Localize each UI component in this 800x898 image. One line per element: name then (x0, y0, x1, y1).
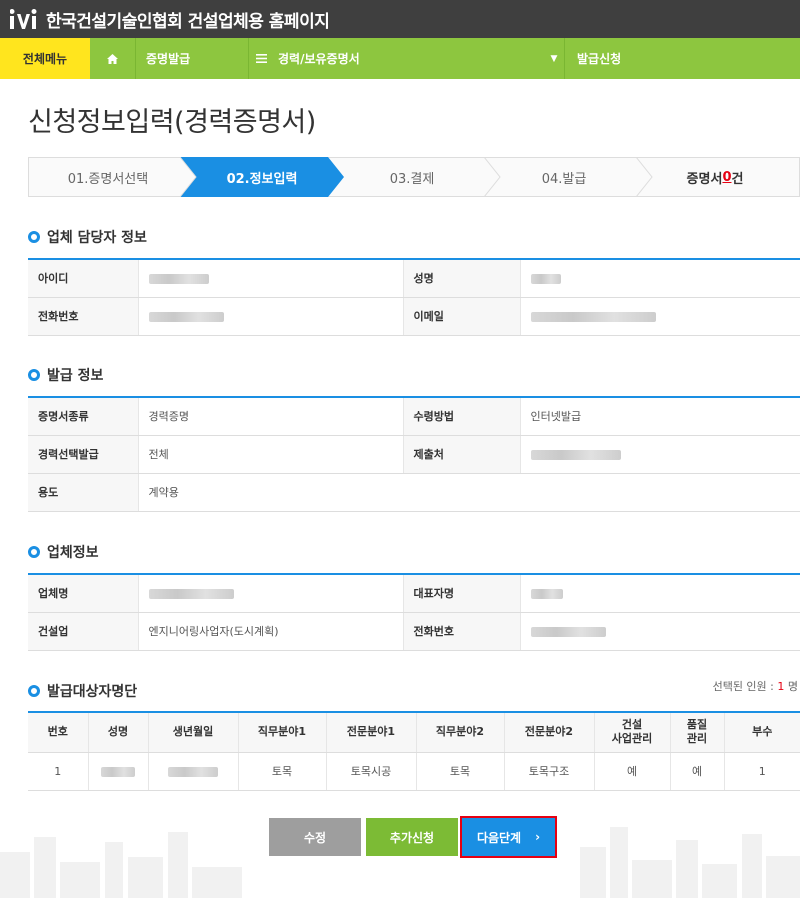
target-table: 번호 성명 생년월일 직무분야1 전문분야1 직무분야2 전문분야2 건설 사업관… (28, 711, 800, 791)
name-value (520, 259, 800, 298)
row-spec1: 토목시공 (326, 752, 417, 791)
receive-label: 수령방법 (403, 397, 521, 436)
company-value (138, 574, 404, 613)
bullet-icon (28, 231, 40, 243)
col-mgmt: 건설 사업관리 (594, 712, 671, 753)
col-quality: 품질 관리 (670, 712, 725, 753)
col-name: 성명 (88, 712, 149, 753)
email-value (520, 297, 800, 336)
type-label: 증명서종류 (28, 397, 139, 436)
col-job1: 직무분야1 (238, 712, 327, 753)
submit-value (520, 435, 800, 474)
home-icon[interactable] (90, 38, 136, 79)
ceo-value (520, 574, 800, 613)
section-issue-title: 발급 정보 (47, 368, 104, 384)
nav-issue-menu[interactable]: 증명발급 (136, 38, 248, 79)
phone-value (138, 297, 404, 336)
page-title: 신청정보입력(경력증명서) (28, 107, 316, 138)
target-header-row: 번호 성명 생년월일 직무분야1 전문분야1 직무분야2 전문분야2 건설 사업관… (28, 712, 800, 753)
company-table: 업체명 대표자명 건설업 엔지니어링사업자(도시계획) 전화번호 (28, 573, 800, 651)
step-4: 04.발급 (541, 171, 587, 187)
nav-apply-menu[interactable]: 발급신청 (564, 38, 800, 79)
row-job1: 토목 (238, 752, 327, 791)
select-label: 경력선택발급 (28, 435, 139, 474)
row-copies: 1 (724, 752, 800, 791)
row-quality: 예 (670, 752, 725, 791)
section-company-title: 업체정보 (47, 545, 99, 561)
next-step-button[interactable]: 다음단계 › (460, 816, 557, 858)
receive-value: 인터넷발급 (520, 397, 800, 436)
col-spec1: 전문분야1 (326, 712, 417, 753)
industry-value: 엔지니어링사업자(도시계획) (138, 612, 404, 651)
col-no: 번호 (28, 712, 89, 753)
bullet-icon (28, 369, 40, 381)
col-spec2: 전문분야2 (504, 712, 595, 753)
step-2-active: 02.정보입력 (226, 171, 298, 187)
industry-label: 건설업 (28, 612, 139, 651)
row-mgmt: 예 (594, 752, 671, 791)
next-step-label: 다음단계 (476, 830, 522, 845)
edit-button[interactable]: 수정 (269, 818, 361, 856)
section-target: 발급대상자명단 (28, 681, 137, 701)
ceo-label: 대표자명 (403, 574, 521, 613)
top-bar: 한국건설기술인협회 건설업체용 홈페이지 (0, 0, 800, 38)
type-value: 경력증명 (138, 397, 404, 436)
row-birth (148, 752, 239, 791)
col-birth: 생년월일 (148, 712, 239, 753)
section-contact-title: 업체 담당자 정보 (47, 230, 147, 246)
company-phone-value (520, 612, 800, 651)
id-label: 아이디 (28, 259, 139, 298)
company-label: 업체명 (28, 574, 139, 613)
selected-count: 선택된 인원 : 1 명 (712, 680, 798, 693)
section-contact: 업체 담당자 정보 (28, 227, 147, 247)
name-label: 성명 (403, 259, 521, 298)
bullet-icon (28, 685, 40, 697)
hamburger-icon[interactable] (248, 38, 274, 79)
main-nav: 전체메뉴 증명발급 경력/보유증명서 ▼ 발급신청 (0, 38, 800, 79)
step-progress: 01.증명서선택 02.정보입력 03.결제 04.발급 증명서 0건 (28, 157, 800, 197)
row-no: 1 (28, 752, 89, 791)
purpose-label: 용도 (28, 473, 139, 512)
id-value (138, 259, 404, 298)
row-job2: 토목 (416, 752, 505, 791)
email-label: 이메일 (403, 297, 521, 336)
row-spec2: 토목구조 (504, 752, 595, 791)
table-row[interactable]: 1 토목 토목시공 토목 토목구조 예 예 1 (28, 752, 800, 791)
purpose-value: 계약용 (138, 473, 800, 512)
caret-down-icon[interactable]: ▼ (544, 38, 564, 79)
col-copies: 부수 (724, 712, 800, 753)
issue-table: 증명서종류 경력증명 수령방법 인터넷발급 경력선택발급 전체 제출처 용도 계… (28, 396, 800, 512)
bullet-icon (28, 546, 40, 558)
row-name (88, 752, 149, 791)
phone-label: 전화번호 (28, 297, 139, 336)
contact-table: 아이디 성명 전화번호 이메일 (28, 258, 800, 336)
select-value: 전체 (138, 435, 404, 474)
chevron-right-icon: › (535, 830, 541, 844)
step-3: 03.결제 (389, 171, 435, 187)
all-menu-button[interactable]: 전체메뉴 (0, 38, 90, 79)
company-phone-label: 전화번호 (403, 612, 521, 651)
submit-label: 제출처 (403, 435, 521, 474)
col-job2: 직무분야2 (416, 712, 505, 753)
site-title[interactable]: 한국건설기술인협회 건설업체용 홈페이지 (46, 7, 330, 32)
section-company: 업체정보 (28, 542, 99, 562)
step-1: 01.증명서선택 (67, 171, 149, 187)
add-request-button[interactable]: 추가신청 (366, 818, 458, 856)
section-issue: 발급 정보 (28, 365, 103, 385)
logo-icon[interactable] (10, 7, 40, 31)
section-target-title: 발급대상자명단 (47, 684, 138, 700)
nav-career-menu[interactable]: 경력/보유증명서 (274, 38, 544, 79)
certificate-count: 증명서 0건 (686, 169, 744, 187)
